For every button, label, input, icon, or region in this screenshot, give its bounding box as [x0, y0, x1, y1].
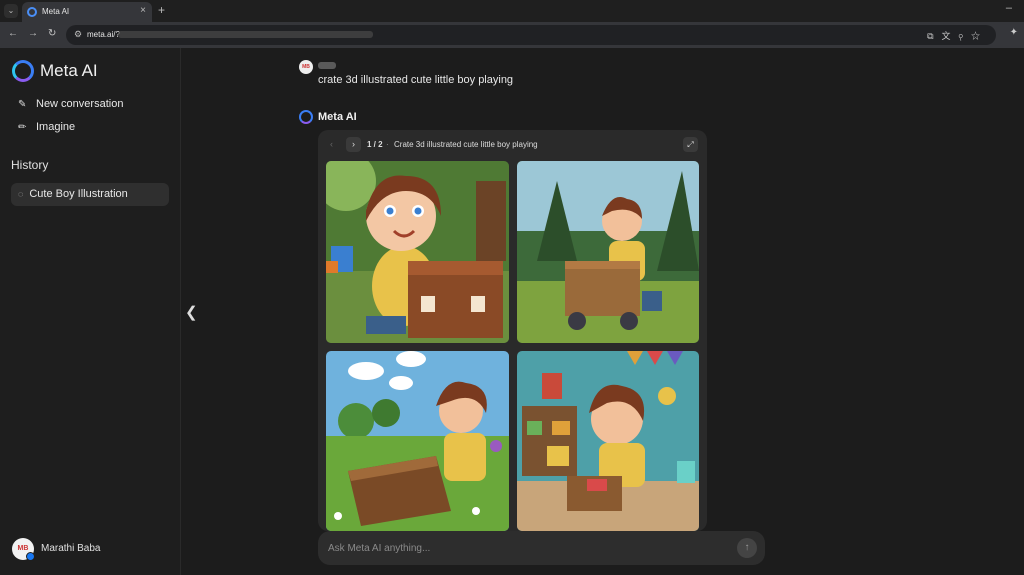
browser-tab-bar: ⌄ Meta AI × + – — [0, 0, 1024, 22]
back-icon[interactable]: ← — [8, 28, 18, 39]
separator: · — [386, 140, 389, 149]
generated-image-4[interactable] — [517, 351, 699, 531]
history-item-cute-boy[interactable]: ◌ Cute Boy Illustration — [11, 183, 169, 206]
bookmark-star-icon[interactable]: ☆ — [971, 31, 988, 41]
generated-image-1[interactable] — [326, 161, 509, 343]
site-info-icon[interactable]: ⚙ — [74, 29, 82, 40]
ai-name: Meta AI — [318, 111, 357, 123]
result-header: ‹ › 1 / 2 · Crate 3d illustrated cute li… — [318, 130, 707, 160]
imagine-label: Imagine — [36, 121, 76, 133]
previous-page-icon[interactable]: ‹ — [330, 139, 333, 149]
new-conversation-label: New conversation — [36, 98, 124, 110]
tab-search-icon[interactable]: ⌄ — [4, 4, 18, 18]
browser-tab[interactable]: Meta AI × — [22, 2, 152, 22]
page-counter: 1 / 2 — [367, 140, 383, 149]
next-page-icon[interactable]: › — [346, 137, 361, 152]
extensions-icon[interactable]: ✦ — [1010, 27, 1018, 38]
brand-name: Meta AI — [40, 61, 98, 80]
meta-ai-logo-icon — [12, 60, 34, 82]
imagine-button[interactable]: ✏ Imagine — [18, 121, 75, 133]
chat-bubble-icon: ◌ — [18, 189, 24, 199]
expand-icon[interactable]: ⤢ — [683, 137, 698, 152]
reload-icon[interactable]: ↻ — [48, 28, 56, 39]
tab-close-icon[interactable]: × — [140, 5, 146, 16]
new-conversation-button[interactable]: ✎ New conversation — [18, 98, 123, 110]
user-message: crate 3d illustrated cute little boy pla… — [318, 74, 514, 86]
message-user-name-blurred — [318, 62, 336, 69]
window-minimize-button[interactable]: – — [1006, 2, 1012, 14]
history-item-label: Cute Boy Illustration — [29, 188, 128, 200]
message-composer: ↑ — [318, 531, 765, 565]
install-app-icon[interactable]: ⧉ — [927, 31, 941, 41]
address-bar[interactable]: ⚙ meta.ai/? ⧉文⚲☆ — [66, 25, 996, 45]
message-user-avatar: MB — [299, 60, 313, 74]
sidebar: Meta AI ✎ New conversation ✏ Imagine Histo… — [0, 48, 181, 575]
result-title: Crate 3d illustrated cute little boy pla… — [394, 140, 538, 149]
new-tab-button[interactable]: + — [158, 3, 165, 17]
image-result-card: ‹ › 1 / 2 · Crate 3d illustrated cute li… — [318, 130, 707, 531]
zoom-icon[interactable]: ⚲ — [959, 31, 971, 41]
generated-image-3[interactable] — [326, 351, 509, 531]
meta-ai-avatar-icon — [299, 110, 313, 124]
tab-title: Meta AI — [42, 7, 70, 16]
browser-toolbar: ← → ↻ ⚙ meta.ai/? ⧉文⚲☆ ✦ — [0, 22, 1024, 48]
omnibox-tools: ⧉文⚲☆ — [927, 29, 988, 42]
history-heading: History — [11, 158, 49, 172]
generated-image-2[interactable] — [517, 161, 699, 343]
edit-icon: ✎ — [18, 99, 27, 110]
forward-icon[interactable]: → — [28, 28, 38, 39]
message-input[interactable] — [328, 540, 718, 556]
collapse-sidebar-icon[interactable]: ❮ — [185, 303, 198, 321]
pencil-icon: ✏ — [18, 122, 27, 133]
facebook-badge-icon — [26, 552, 35, 561]
send-arrow-icon[interactable]: ↑ — [737, 538, 757, 558]
url-blurred — [118, 31, 373, 38]
translate-icon[interactable]: 文 — [942, 31, 959, 41]
user-name[interactable]: Marathi Baba — [41, 543, 100, 554]
url-text: meta.ai/? — [87, 30, 120, 39]
meta-ai-favicon-icon — [27, 7, 37, 17]
